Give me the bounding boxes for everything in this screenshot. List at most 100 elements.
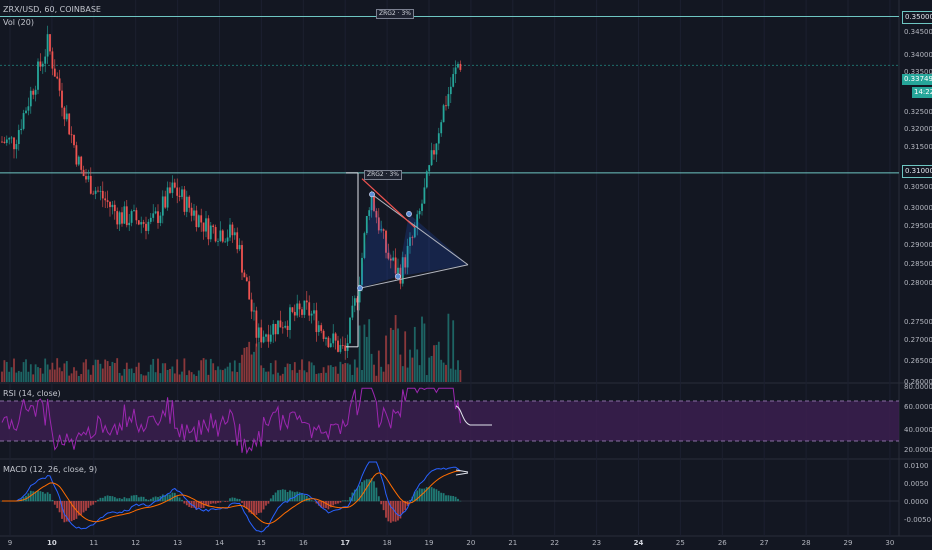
volume-bar — [238, 362, 241, 382]
macd-histogram-bar — [452, 496, 455, 502]
volume-bar — [140, 374, 143, 382]
volume-bar — [289, 364, 291, 382]
volume-bar — [99, 363, 102, 382]
volume-bar — [257, 341, 260, 382]
macd-histogram-bar — [53, 501, 56, 505]
volume-bar — [178, 374, 181, 382]
candle-body — [245, 277, 248, 282]
volume-bar — [161, 363, 164, 382]
candle-body — [61, 90, 63, 108]
macd-histogram-bar — [301, 493, 303, 502]
price-axis-label: 0.305000 — [904, 183, 932, 191]
candle-body — [63, 107, 66, 120]
volume-bar — [363, 324, 366, 382]
price-axis-label: 0.315000 — [904, 143, 932, 151]
candle-body — [243, 272, 246, 278]
candle-body — [123, 206, 126, 224]
time-axis-label: 27 — [759, 539, 769, 547]
macd-histogram-bar — [214, 501, 217, 504]
candle-body — [289, 307, 291, 330]
price-axis-label: 0.285000 — [904, 260, 932, 268]
volume-bar — [339, 361, 342, 382]
macd-histogram-bar — [428, 486, 431, 502]
macd-histogram-bar — [236, 498, 239, 502]
candle-body — [231, 224, 234, 236]
rsi-axis-label: 20.0000 — [904, 446, 932, 454]
volume-bar — [229, 362, 231, 382]
volume-bar — [320, 373, 323, 382]
volume-bar — [200, 360, 203, 382]
macd-histogram-bar — [274, 492, 277, 502]
pattern-label-mid[interactable]: ZRG2 · 3% — [364, 170, 402, 180]
chart-area[interactable]: ZRX/USD, 60, COINBASE Vol (20) RSI (14, … — [0, 0, 932, 550]
time-axis-label: 22 — [550, 539, 560, 547]
macd-histogram-bar — [430, 487, 433, 502]
macd-histogram-bar — [142, 496, 145, 502]
candle-body — [267, 334, 270, 342]
time-axis-label: 12 — [131, 539, 141, 547]
candle-body — [274, 323, 277, 335]
rsi-band — [0, 401, 899, 441]
volume-bar — [404, 331, 407, 382]
candle-body — [459, 63, 462, 70]
volume-bar — [332, 366, 335, 382]
volume-bar — [106, 361, 109, 382]
macd-histogram-bar — [97, 499, 99, 502]
macd-histogram-bar — [325, 501, 327, 509]
macd-histogram-bar — [433, 488, 435, 502]
volume-bar — [389, 327, 392, 382]
macd-histogram-bar — [435, 489, 438, 502]
volume-bar — [385, 335, 387, 382]
volume-bar — [224, 368, 227, 382]
macd-histogram-bar — [106, 495, 109, 502]
candle-body — [329, 343, 332, 348]
macd-histogram-bar — [291, 491, 294, 502]
candle-body — [281, 327, 284, 329]
candle-body — [75, 145, 78, 165]
time-axis-label: 24 — [633, 539, 644, 547]
volume-bar — [281, 373, 284, 382]
macd-histogram-bar — [85, 501, 87, 511]
macd-histogram-bar — [89, 501, 92, 506]
volume-bar — [87, 369, 90, 382]
volume-bar — [370, 353, 373, 382]
candle-body — [255, 310, 258, 338]
macd-histogram-bar — [310, 500, 313, 502]
volume-bar — [269, 362, 272, 382]
macd-histogram-bar — [109, 495, 111, 502]
volume-bar — [298, 369, 301, 382]
candle-body — [226, 237, 229, 242]
macd-histogram-bar — [113, 497, 116, 502]
candle-body — [310, 313, 313, 316]
price-chart-svg[interactable] — [0, 0, 932, 550]
macd-histogram-bar — [58, 501, 61, 513]
volume-bar — [116, 358, 119, 382]
candle-body — [442, 105, 445, 123]
volume-bar — [411, 357, 414, 382]
volume-bar — [73, 367, 75, 382]
macd-histogram-bar — [231, 497, 234, 502]
macd-histogram-bar — [80, 501, 83, 515]
volume-bar — [435, 344, 438, 382]
volume-bar — [358, 325, 361, 382]
macd-histogram-bar — [152, 497, 155, 502]
candle-body — [437, 133, 440, 144]
volume-bar — [5, 361, 8, 382]
price-axis-label: 0.290000 — [904, 241, 932, 249]
candle-body — [327, 337, 330, 348]
candle-body — [454, 67, 457, 75]
volume-bar — [401, 366, 404, 382]
candle-body — [250, 299, 253, 312]
pattern-label-top[interactable]: ZRG2 · 3% — [376, 9, 414, 19]
candle-body — [46, 34, 49, 57]
candle-body — [332, 333, 335, 344]
macd-histogram-bar — [332, 501, 335, 506]
candle-body — [133, 210, 135, 212]
volume-bar — [243, 347, 246, 382]
macd-histogram-bar — [423, 488, 426, 502]
candle-body — [197, 215, 200, 228]
volume-bar — [327, 365, 330, 382]
candle-body — [157, 211, 159, 223]
volume-bar — [22, 362, 25, 382]
volume-bar — [65, 361, 68, 382]
